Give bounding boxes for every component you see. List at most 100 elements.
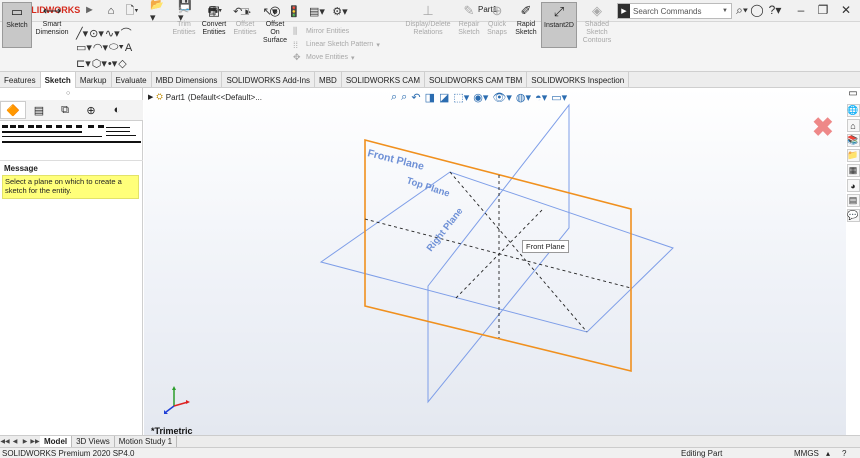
convert-entities-icon: ◫ <box>207 3 221 18</box>
sketch-icon: ▭ <box>10 4 24 19</box>
file-explorer-icon[interactable]: 📁 <box>846 149 860 162</box>
misc-tools[interactable]: ⊏▾ ⬡▾ •▾ ◇ <box>76 57 127 70</box>
next-tab-icon[interactable]: ▶ <box>20 438 30 445</box>
line-tools[interactable]: ╱▾ ⊙▾ ∿▾ ⌒ <box>76 25 132 41</box>
minimize-icon[interactable]: – <box>793 3 809 17</box>
plane-icon[interactable]: ◇ <box>118 57 126 70</box>
tab-solidworks-cam[interactable]: SOLIDWORKS CAM <box>342 72 426 88</box>
tab-mbd[interactable]: MBD <box>315 72 342 88</box>
search-placeholder: Search Commands <box>633 6 702 16</box>
rapid-sketch-button[interactable]: ✐ Rapid Sketch <box>512 2 540 48</box>
smart-dimension-button[interactable]: ⟷ Smart Dimension <box>34 2 70 48</box>
home-icon[interactable]: ⌂ <box>103 3 119 19</box>
circle-icon[interactable]: ⊙▾ <box>89 27 104 40</box>
rapid-sketch-icon: ✐ <box>520 3 532 18</box>
linear-sketch-pattern-button[interactable]: ⁞⁞ Linear Sketch Pattern ▾ <box>293 38 380 51</box>
file-properties-icon[interactable]: ▤▾ <box>309 3 325 19</box>
point-icon[interactable]: •▾ <box>108 57 117 70</box>
units-dropdown-icon[interactable]: ▴ <box>826 449 830 458</box>
tab-motion-study[interactable]: Motion Study 1 <box>115 435 178 448</box>
tab-evaluate[interactable]: Evaluate <box>112 72 152 88</box>
restore-icon[interactable]: ❐ <box>815 3 831 17</box>
close-icon[interactable]: ✕ <box>838 3 854 17</box>
help-status-icon[interactable]: ? <box>842 449 846 458</box>
move-entities-button[interactable]: ✥ Move Entities ▾ <box>293 51 380 64</box>
tab-mbd-dimensions[interactable]: MBD Dimensions <box>152 72 223 88</box>
task-pane-collapse-icon[interactable]: ▭ <box>846 88 860 104</box>
sketch-text-icon[interactable]: A <box>125 42 132 54</box>
top-plane-label: Top Plane <box>405 175 451 199</box>
rebuild-icon[interactable]: 🚦 <box>287 3 301 19</box>
status-bar: SOLIDWORKS Premium 2020 SP4.0 Editing Pa… <box>0 447 860 458</box>
tab-features[interactable]: Features <box>0 72 41 88</box>
new-document-icon[interactable]: 🗋▾ <box>123 3 141 19</box>
menu-arrow-icon[interactable]: ▶ <box>86 5 92 14</box>
spline-icon[interactable]: ∿▾ <box>105 27 120 40</box>
quick-snaps-button[interactable]: ⊕ Quick Snaps <box>484 2 510 48</box>
units-status[interactable]: MMGS <box>794 449 819 458</box>
trim-entities-button[interactable]: ✂ Trim Entities <box>170 2 198 48</box>
mirror-entities-button[interactable]: ⫼ Mirror Entities <box>293 25 380 38</box>
question-icon[interactable]: ?▾ <box>767 3 783 17</box>
chevron-down-icon[interactable]: ▾ <box>351 54 355 62</box>
trim-icon: ✂ <box>178 3 190 18</box>
help-icon[interactable]: ⌕▾ <box>734 3 750 18</box>
exit-sketch-icon[interactable]: ✖ <box>812 112 834 143</box>
arc-icon[interactable]: ◠▾ <box>93 41 108 54</box>
chevron-down-icon[interactable]: ▾ <box>376 41 380 49</box>
tab-solidworks-addins[interactable]: SOLIDWORKS Add-Ins <box>222 72 316 88</box>
dimxpert-icon[interactable]: ⊕ <box>78 101 104 119</box>
repair-sketch-button[interactable]: ✎ Repair Sketch <box>455 2 483 48</box>
first-tab-icon[interactable]: ◀◀ <box>0 438 10 445</box>
prev-tab-icon[interactable]: ◀ <box>10 438 20 445</box>
planes-drawing: Front Plane Top Plane Right Plane <box>164 103 674 414</box>
sketch-button[interactable]: ▭ Sketch <box>2 2 32 48</box>
offset-entities-button[interactable]: ⊐ Offset Entities <box>231 2 259 48</box>
display-delete-relations-button[interactable]: ⊥ Display/Delete Relations <box>402 2 454 48</box>
home-icon[interactable]: ⌂ <box>846 119 860 132</box>
convert-entities-button[interactable]: ◫ Convert Entities <box>199 2 229 48</box>
appearances-icon[interactable]: ◕ <box>846 179 860 192</box>
display-manager-icon[interactable]: ◐ <box>104 101 130 119</box>
search-input[interactable]: ▶ Search Commands ▼ <box>617 3 732 19</box>
custom-properties-icon[interactable]: ▤ <box>846 194 860 207</box>
triad <box>164 386 190 414</box>
tab-solidworks-cam-tbm[interactable]: SOLIDWORKS CAM TBM <box>425 72 528 88</box>
shape-tools[interactable]: ▭▾ ◠▾ ⬭▾ A <box>76 41 132 54</box>
tab-solidworks-inspection[interactable]: SOLIDWORKS Inspection <box>527 72 630 88</box>
tab-model[interactable]: Model <box>40 435 73 448</box>
front-plane <box>364 138 632 373</box>
options-icon[interactable]: ⚙▾ <box>330 3 350 19</box>
tab-markup[interactable]: Markup <box>76 72 112 88</box>
last-tab-icon[interactable]: ▶▶ <box>30 438 40 445</box>
toolbar-thumbnails <box>2 125 141 143</box>
design-library-icon[interactable]: 📚 <box>846 134 860 147</box>
offset-on-surface-button[interactable]: ◎ Offset On Surface <box>261 2 289 48</box>
open-icon[interactable]: 📂▾ <box>150 0 168 24</box>
shaded-sketch-contours-button[interactable]: ◈ Shaded Sketch Contours <box>580 2 614 48</box>
view-palette-icon[interactable]: ▦ <box>846 164 860 177</box>
instant2d-button[interactable]: ⤢ Instant2D <box>541 2 577 48</box>
fillet-icon[interactable]: ⌒ <box>121 25 132 41</box>
polygon-icon[interactable]: ⬡▾ <box>92 57 107 70</box>
feature-manager-icon[interactable]: 🔶 <box>0 101 26 119</box>
line-icon[interactable]: ╱▾ <box>76 27 88 40</box>
smart-dimension-icon: ⟷ <box>42 3 62 18</box>
resources-icon[interactable]: 🌐 <box>846 104 860 117</box>
forum-icon[interactable]: 💬 <box>846 209 860 222</box>
user-icon[interactable]: ◯ <box>749 3 765 17</box>
ellipse-icon[interactable]: ⬭▾ <box>109 41 124 54</box>
configuration-manager-icon[interactable]: ⧉ <box>52 101 78 119</box>
panel-handle-icon[interactable]: ○ <box>66 90 70 97</box>
chevron-down-icon[interactable]: ▼ <box>722 8 728 14</box>
shaded-contours-icon: ◈ <box>592 3 602 18</box>
plane-tooltip: Front Plane <box>522 240 569 253</box>
tab-3d-views[interactable]: 3D Views <box>72 435 115 448</box>
property-manager-icon[interactable]: ▤ <box>26 101 52 119</box>
linear-pattern-icon: ⁞⁞ <box>293 39 299 50</box>
tab-sketch[interactable]: Sketch <box>40 72 76 88</box>
model-tabs-bar: ◀◀ ◀ ▶ ▶▶ Model 3D Views Motion Study 1 <box>0 435 860 448</box>
rectangle-icon[interactable]: ▭▾ <box>76 41 92 54</box>
slot-icon[interactable]: ⊏▾ <box>76 57 91 70</box>
mirror-icon: ⫼ <box>293 26 298 36</box>
